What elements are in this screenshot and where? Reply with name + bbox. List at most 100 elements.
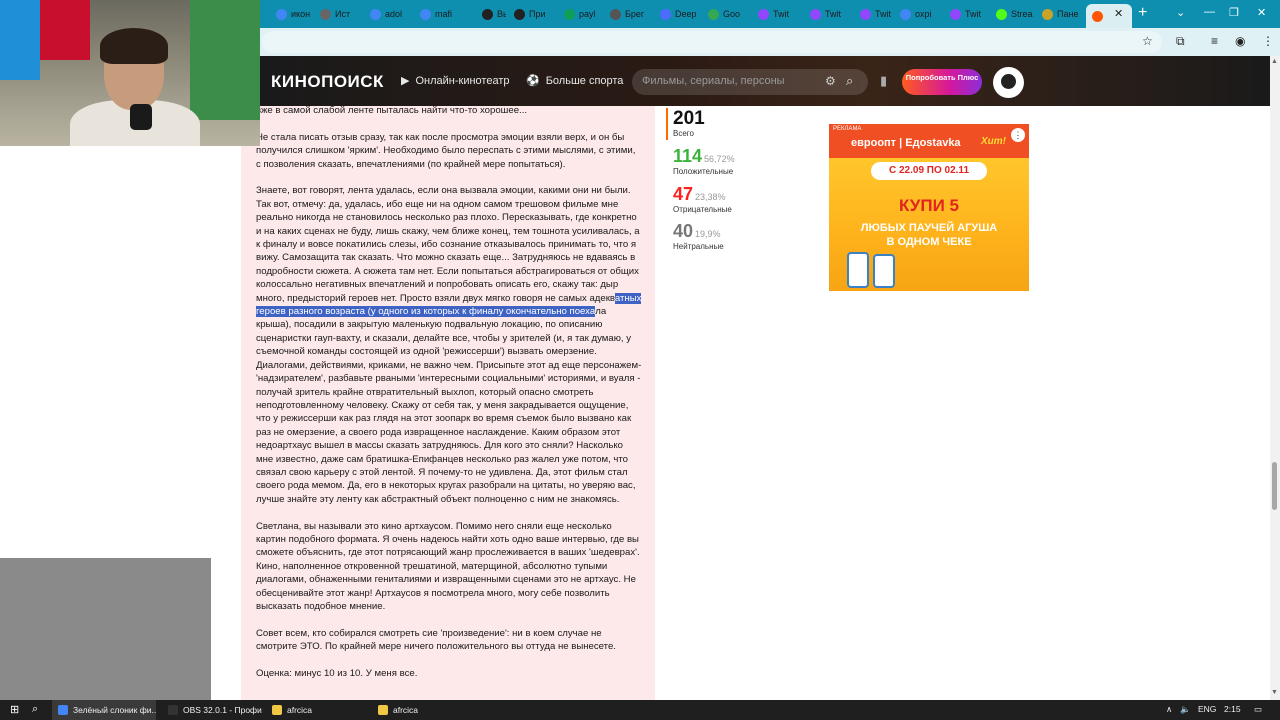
review-text: вже в самой слабой ленте пыталась найти … — [256, 104, 642, 694]
browser-tab[interactable]: Strea — [990, 4, 1034, 24]
taskbar-item[interactable]: OBS 32.0.1 - Профил... — [162, 700, 262, 720]
browser-tab[interactable]: payl — [558, 4, 602, 24]
reading-list-icon[interactable]: ≡ — [1211, 34, 1218, 48]
tab-label: Брег — [625, 9, 645, 19]
tab-favicon-icon — [420, 8, 431, 20]
review-paragraph: Светлана, вы называли это кино артхаусом… — [256, 520, 640, 612]
play-icon: ▶ — [401, 75, 410, 87]
bookmark-icon[interactable]: ▮ — [880, 73, 887, 89]
streamer-hair — [100, 28, 168, 64]
scrollbar-thumb[interactable] — [1272, 462, 1277, 510]
tray-chevron-icon[interactable]: ∧ — [1166, 704, 1172, 715]
browser-tab[interactable]: Пане — [1036, 4, 1082, 24]
close-tab-icon[interactable]: ✕ — [1114, 7, 1123, 20]
stat-neutral: 40 19,9% — [673, 221, 721, 242]
close-window-button[interactable]: ✕ — [1257, 6, 1266, 19]
stat-total-value: 201 — [673, 108, 705, 129]
tab-search-icon[interactable]: ⌄ — [1176, 6, 1185, 19]
tab-label: При — [529, 9, 546, 19]
scroll-up-icon[interactable]: ▲ — [1271, 58, 1278, 65]
profile-icon[interactable]: ◉ — [1235, 34, 1245, 48]
nav-online-cinema[interactable]: ▶ Онлайн-кинотеатр — [401, 74, 510, 88]
menu-icon[interactable]: ⋮ — [1262, 34, 1274, 48]
tab-label: Goo — [723, 9, 741, 19]
tab-favicon-icon — [950, 8, 961, 20]
browser-tab[interactable]: Twit — [854, 4, 892, 24]
tab-favicon-icon — [370, 8, 381, 20]
taskbar-item[interactable]: afrcica — [372, 700, 468, 720]
ad-product-image — [847, 252, 869, 288]
browser-tab[interactable]: Twit — [944, 4, 988, 24]
ad-date: С 22.09 ПО 02.11 — [871, 162, 987, 180]
taskbar-item-label: afrcica — [287, 705, 313, 715]
scrollbar[interactable] — [1270, 56, 1280, 700]
scroll-down-icon[interactable]: ▼ — [1271, 689, 1278, 696]
ad-banner[interactable]: РЕКЛАМА евроопт | Едоstavka Хит! ⋮ С 22.… — [829, 124, 1029, 291]
clock[interactable]: 2:15 — [1224, 704, 1241, 714]
ad-label: РЕКЛАМА — [833, 126, 862, 132]
browser-tab[interactable]: Выш — [476, 4, 506, 24]
nav-online-cinema-label: Онлайн-кинотеатр — [415, 74, 510, 87]
browser-tab[interactable]: Брег — [604, 4, 652, 24]
taskbar-search-icon[interactable]: ⌕ — [32, 703, 38, 716]
nav-more-sport[interactable]: ⚽ Больше спорта — [526, 74, 623, 88]
stat-positive-label: Положительные — [673, 167, 734, 176]
ad-hit: Хит! — [981, 136, 1006, 147]
browser-tab[interactable]: adol — [364, 4, 412, 24]
stat-total-label: Всего — [673, 129, 694, 138]
browser-tab[interactable]: Twit — [752, 4, 802, 24]
browser-tab[interactable]: oxpi — [894, 4, 942, 24]
ad-menu-icon[interactable]: ⋮ — [1011, 128, 1025, 142]
speaker-icon[interactable]: 🔈 — [1180, 704, 1191, 715]
tab-label: Twit — [965, 9, 982, 19]
stat-negative: 47 23,38% — [673, 184, 726, 205]
address-bar[interactable] — [262, 31, 1162, 53]
flag-decoration — [40, 0, 90, 60]
app-icon — [58, 705, 68, 715]
microphone — [130, 104, 152, 130]
stat-positive-pct: 56,72% — [704, 154, 735, 164]
tab-label: Twit — [825, 9, 842, 19]
kinopoisk-logo[interactable]: КИНОПОИСК — [271, 72, 384, 92]
review-paragraph: Совет всем, кто собирался смотреть сие '… — [256, 627, 616, 653]
tab-label: Twit — [875, 9, 892, 19]
minimize-button[interactable]: — — [1204, 6, 1215, 18]
try-plus-button[interactable]: Попробовать Плюс — [902, 69, 982, 95]
tab-favicon-icon — [900, 8, 911, 20]
bookmark-star-icon[interactable]: ☆ — [1142, 34, 1153, 48]
stat-negative-value: 47 — [673, 184, 694, 204]
app-icon — [272, 705, 282, 715]
stat-neutral-pct: 19,9% — [695, 229, 721, 239]
ad-product-image — [873, 254, 895, 288]
browser-tab[interactable]: mafi — [414, 4, 474, 24]
app-icon — [168, 705, 178, 715]
browser-tab[interactable]: Deep — [654, 4, 700, 24]
extensions-icon[interactable]: ⧉ — [1176, 34, 1185, 49]
stat-neutral-value: 40 — [673, 221, 694, 241]
tab-favicon-icon — [276, 8, 287, 20]
browser-tab[interactable]: икон — [270, 4, 314, 24]
stat-positive: 114 56,72% — [673, 146, 735, 167]
browser-tab[interactable]: Goo — [702, 4, 750, 24]
screen: вже в самой слабой ленте пыталась найти … — [0, 0, 1280, 720]
app-icon — [378, 705, 388, 715]
maximize-button[interactable]: ❐ — [1229, 6, 1239, 19]
browser-tab[interactable]: При — [508, 4, 556, 24]
language-indicator[interactable]: ENG — [1198, 704, 1216, 714]
browser-tab[interactable] — [1086, 4, 1132, 28]
new-tab-button[interactable]: + — [1138, 4, 1147, 22]
taskbar-item-label: OBS 32.0.1 - Профил... — [183, 705, 262, 715]
taskbar-item[interactable]: Зелёный слоник фи... — [52, 700, 156, 720]
stat-positive-value: 114 — [673, 146, 703, 166]
browser-tab[interactable]: Ист — [314, 4, 362, 24]
windows-start-icon[interactable]: ⊞ — [10, 703, 19, 716]
ad-headline: КУПИ 5 — [899, 196, 959, 215]
tab-favicon-icon — [996, 8, 1007, 20]
browser-tab[interactable]: Twit — [804, 4, 852, 24]
filter-icon[interactable]: ⚙ — [825, 74, 836, 88]
notifications-icon[interactable]: ▭ — [1254, 704, 1262, 715]
flag-decoration — [190, 0, 260, 120]
avatar[interactable] — [993, 67, 1024, 98]
taskbar-item[interactable]: afrcica — [266, 700, 368, 720]
search-icon[interactable]: ⌕ — [846, 73, 853, 89]
